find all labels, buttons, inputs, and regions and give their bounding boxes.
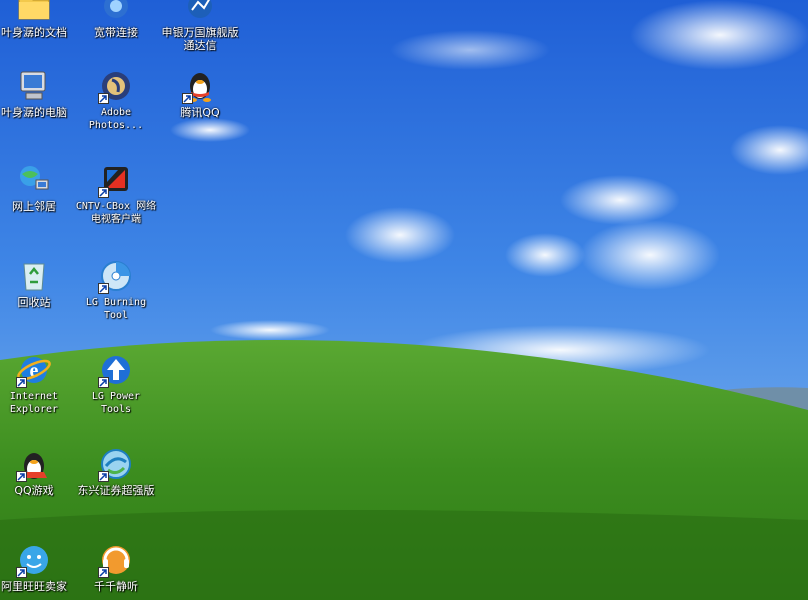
computer-icon (16, 68, 52, 104)
desktop-icon-my-computer[interactable]: 叶身潺的电脑 (0, 68, 76, 119)
broadband-connection-icon (98, 0, 134, 24)
desktop-icon-network-places[interactable]: 网上邻居 (0, 162, 76, 213)
cntv-cbox-icon (98, 162, 134, 198)
folder-icon (16, 0, 52, 24)
icon-label: 网上邻居 (12, 200, 56, 213)
shortcut-arrow-icon (98, 93, 109, 104)
shortcut-arrow-icon (182, 93, 193, 104)
icon-label: Internet Explorer (9, 391, 59, 415)
shortcut-arrow-icon (98, 471, 109, 482)
shortcut-arrow-icon (16, 377, 27, 388)
icon-label: Adobe Photos... (88, 107, 144, 131)
desktop-icon-lg-burning-tool[interactable]: LG Burning Tool (74, 258, 158, 322)
dongxing-securities-icon (98, 446, 134, 482)
photoshop-icon (98, 68, 134, 104)
desktop-icon-dongxing-securities[interactable]: 东兴证券超强版 (74, 446, 158, 497)
shortcut-arrow-icon (98, 377, 109, 388)
network-icon (16, 162, 52, 198)
desktop-icon-my-documents[interactable]: 叶身潺的文档 (0, 0, 76, 39)
desktop[interactable]: 叶身潺的文档 叶身潺的电脑 网上邻居 回收站 e Internet Explor… (0, 0, 808, 600)
desktop-icon-shenyin-tdx[interactable]: 申银万国旗舰版通达信 (158, 0, 242, 52)
desktop-icon-adobe-photoshop[interactable]: Adobe Photos... (74, 68, 158, 132)
icon-label: CNTV-CBox 网络电视客户端 (75, 201, 157, 225)
ttplayer-icon (98, 542, 134, 578)
icon-label: QQ游戏 (14, 484, 54, 497)
desktop-icon-tencent-qq[interactable]: 腾讯QQ (158, 68, 242, 119)
desktop-icon-lg-power-tools[interactable]: LG Power Tools (74, 352, 158, 416)
icon-label: LG Burning Tool (85, 297, 147, 321)
aliwangwang-icon (16, 542, 52, 578)
icon-label: 东兴证券超强版 (77, 484, 155, 497)
icon-label: 腾讯QQ (180, 106, 220, 119)
icon-label: 回收站 (17, 296, 51, 309)
lg-burning-tool-icon (98, 258, 134, 294)
desktop-icon-recycle-bin[interactable]: 回收站 (0, 258, 76, 309)
qq-penguin-icon (16, 446, 52, 482)
shortcut-arrow-icon (16, 567, 27, 578)
desktop-icon-ttplayer[interactable]: 千千静听 (74, 542, 158, 593)
shortcut-arrow-icon (98, 187, 109, 198)
shortcut-arrow-icon (98, 567, 109, 578)
shortcut-arrow-icon (16, 471, 27, 482)
recycle-bin-icon (16, 258, 52, 294)
icon-label: 千千静听 (94, 580, 138, 593)
desktop-icon-broadband[interactable]: 宽带连接 (74, 0, 158, 39)
icon-label: 申银万国旗舰版通达信 (161, 26, 239, 52)
lg-power-tools-icon (98, 352, 134, 388)
qq-penguin-icon (182, 68, 218, 104)
icon-label: 阿里旺旺卖家 (1, 580, 67, 593)
shortcut-arrow-icon (98, 283, 109, 294)
tdx-icon (182, 0, 218, 24)
internet-explorer-icon: e (16, 352, 52, 388)
icon-label: 宽带连接 (94, 26, 138, 39)
icon-label: 叶身潺的文档 (1, 26, 67, 39)
desktop-icon-cntv-cbox[interactable]: CNTV-CBox 网络电视客户端 (74, 162, 158, 226)
desktop-icon-aliwangwang[interactable]: 阿里旺旺卖家 (0, 542, 76, 593)
icon-label: LG Power Tools (91, 391, 141, 415)
desktop-icon-internet-explorer[interactable]: e Internet Explorer (0, 352, 76, 416)
icon-label: 叶身潺的电脑 (1, 106, 67, 119)
desktop-icon-qq-game[interactable]: QQ游戏 (0, 446, 76, 497)
